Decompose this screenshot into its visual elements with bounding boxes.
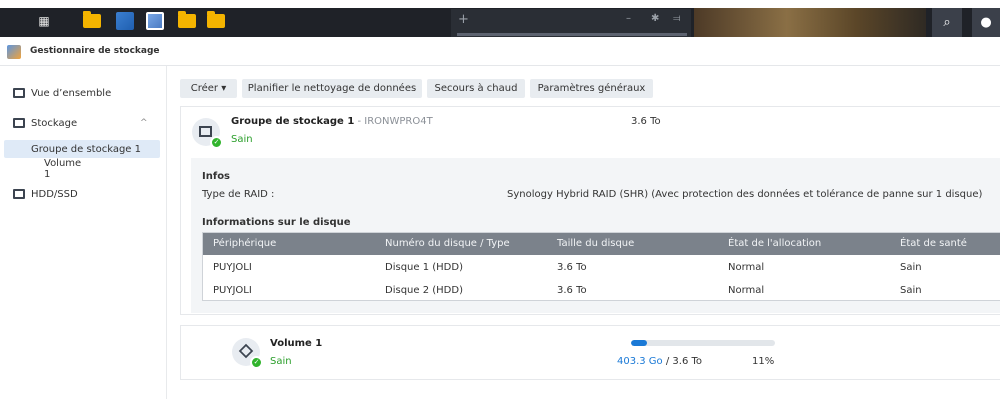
search-icon[interactable]: ⌕ (932, 8, 962, 37)
column-header: État de santé (900, 238, 967, 249)
sidebar-item-label: Volume 1 (44, 158, 82, 180)
table-header: Périphérique Numéro du disque / Type Tai… (203, 233, 1000, 255)
storage-manager-icon[interactable] (146, 11, 164, 31)
pool-badge: ✓ (192, 118, 223, 149)
sidebar-item-storage[interactable]: Stockage ^ (0, 113, 167, 133)
grid-icon[interactable]: ▦ (34, 11, 54, 31)
sidebar-item-label: Groupe de stockage 1 (31, 143, 141, 155)
taskbar: ▦ + – ✱ ⫤ ⌕ ● (0, 0, 1000, 37)
table-cell: PUYJOLI (213, 285, 252, 296)
volume-status: Sain (270, 356, 292, 367)
sidebar-item-label: Vue d’ensemble (31, 87, 112, 99)
overview-icon (13, 88, 25, 98)
blue-app-icon[interactable] (116, 11, 134, 31)
disk-info-heading: Informations sur le disque (202, 217, 351, 228)
usage-progress-bar (631, 340, 775, 346)
cube-icon (238, 343, 254, 359)
table-cell: Normal (728, 262, 765, 273)
storage-icon (13, 118, 25, 128)
table-cell: PUYJOLI (213, 262, 252, 273)
layout-icon[interactable]: ⫤ (673, 13, 681, 24)
hot-spare-button[interactable]: Secours à chaud (427, 79, 525, 98)
raid-type-value: Synology Hybrid RAID (SHR) (Avec protect… (507, 189, 983, 200)
table-cell: Sain (900, 262, 922, 273)
new-tab-plus-icon[interactable]: + (458, 12, 469, 27)
table-cell: Disque 2 (HDD) (385, 285, 463, 296)
storage-pool-icon (199, 126, 212, 137)
volume-card (180, 325, 1000, 380)
sidebar-item-label: Stockage (31, 117, 78, 129)
volume-name: Volume 1 (270, 338, 323, 349)
column-header: Numéro du disque / Type (385, 238, 510, 249)
app-title: Gestionnaire de stockage (30, 46, 160, 56)
table-cell: 3.6 To (557, 285, 587, 296)
table-cell: Sain (900, 285, 922, 296)
table-cell: Normal (728, 285, 765, 296)
usage-text: 403.3 Go / 3.6 To (617, 356, 702, 367)
schedule-scrub-button[interactable]: Planifier le nettoyage de données (242, 79, 422, 98)
usage-progress-fill (631, 340, 647, 346)
pool-separator: - (354, 116, 365, 127)
folder-icon[interactable] (207, 11, 225, 31)
sidebar: Vue d’ensemble Stockage ^ Groupe de stoc… (0, 66, 167, 399)
total-capacity: 3.6 To (672, 356, 703, 367)
check-icon: ✓ (250, 356, 263, 369)
app-title-bar: Gestionnaire de stockage (0, 38, 1000, 66)
sidebar-item-label: HDD/SSD (31, 188, 78, 200)
disk-table: Périphérique Numéro du disque / Type Tai… (202, 232, 1000, 301)
minimize-icon[interactable]: – (626, 13, 631, 24)
sidebar-item-overview[interactable]: Vue d’ensemble (0, 83, 167, 103)
taskbar-top-strip (0, 0, 1000, 8)
pool-title: Groupe de stockage 1 - IRONWPRO4T (231, 116, 433, 127)
usage-separator: / (662, 356, 673, 367)
column-header: Taille du disque (557, 238, 635, 249)
column-header: Périphérique (213, 238, 277, 249)
table-cell: Disque 1 (HDD) (385, 262, 463, 273)
check-icon: ✓ (210, 136, 223, 149)
wallpaper-strip (694, 8, 926, 37)
pool-status: Sain (231, 134, 253, 145)
column-header: État de l'allocation (728, 238, 822, 249)
chevron-up-icon[interactable]: ^ (140, 118, 148, 128)
pool-name: Groupe de stockage 1 (231, 116, 355, 127)
raid-type-label: Type de RAID : (202, 189, 275, 200)
sidebar-item-hdd[interactable]: HDD/SSD (0, 184, 167, 204)
storage-manager-icon (7, 45, 21, 59)
table-cell: 3.6 To (557, 262, 587, 273)
folder-icon[interactable] (83, 11, 101, 31)
create-button[interactable]: Créer ▾ (180, 79, 237, 98)
folder-icon[interactable] (178, 11, 196, 31)
info-heading: Infos (202, 171, 231, 182)
used-capacity: 403.3 Go (617, 356, 663, 367)
pool-model: IRONWPRO4T (364, 116, 433, 127)
general-settings-button[interactable]: Paramètres généraux (530, 79, 653, 98)
sidebar-item-pool[interactable]: Groupe de stockage 1 (4, 140, 160, 158)
chat-icon[interactable]: ● (972, 8, 1000, 37)
hdd-icon (13, 189, 25, 199)
usage-percent: 11% (752, 356, 775, 367)
volume-badge: ✓ (232, 338, 263, 369)
pool-size: 3.6 To (631, 116, 661, 127)
pin-icon[interactable]: ✱ (651, 13, 659, 24)
